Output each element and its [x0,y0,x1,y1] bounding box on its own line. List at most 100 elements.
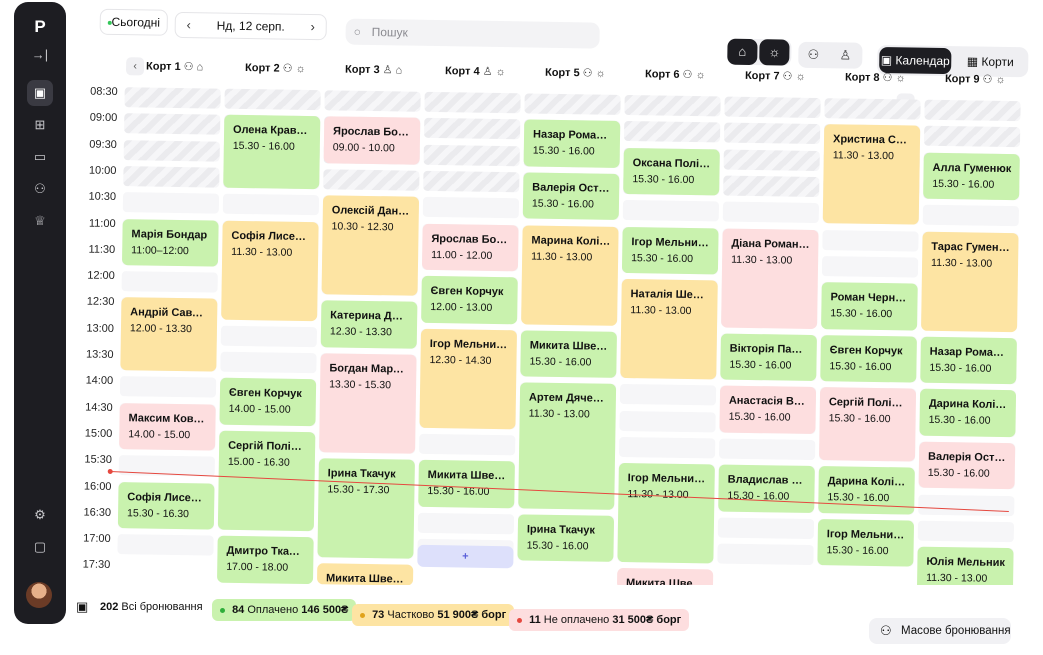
booking-card[interactable]: Сергій Поліщук 15.30 - 16.00 [818,387,917,462]
date-navigator: ‹ Нд, 12 серп. › [174,11,327,41]
booking-card[interactable]: Микита Швець 15.30 - 16.00 [520,330,617,379]
empty-slot[interactable] [422,197,520,219]
empty-slot[interactable] [619,384,717,406]
booking-card[interactable]: Анастасія Величко 15.30 - 16.00 [719,385,817,434]
empty-slot[interactable] [917,520,1015,542]
booking-card[interactable]: Тарас Гуменюк 11.30 - 13.00 [921,231,1019,332]
empty-slot[interactable] [222,193,320,216]
booking-card[interactable]: Назар Романюк 15.30 - 16.00 [523,119,621,168]
empty-slot[interactable] [220,351,317,374]
booking-card[interactable]: Дмитро Ткачук 17.00 - 18.00 [216,535,314,584]
booking-card[interactable]: Ігор Мельничук 15.30 - 16.00 [817,518,915,567]
empty-slot[interactable] [121,271,218,293]
today-button[interactable]: Сьогодні [99,8,168,36]
booking-card[interactable]: Марина Колісник 11.30 - 13.00 [521,224,619,326]
empty-slot[interactable] [822,229,919,252]
empty-slot[interactable] [122,192,220,214]
empty-slot[interactable] [719,438,816,460]
plus-icon: + [462,550,469,563]
outdoor-filter-icon[interactable]: ☼ [759,39,790,66]
empty-slot[interactable] [821,255,919,278]
booking-card[interactable]: Христина Соловйова 11.30 - 13.00 [822,124,921,226]
empty-slot[interactable] [117,534,214,556]
booking-card[interactable]: Ігор Мельничук11.30 - 13.00 [617,463,715,564]
empty-slot[interactable] [619,410,716,433]
court-header[interactable]: Корт 6 ⚇ ☼ [645,63,706,86]
booking-card[interactable]: Микита Швець [316,563,414,586]
current-date[interactable]: Нд, 12 серп. [202,13,300,39]
booking-card[interactable]: Валерія Остапенко 15.30 - 16.00 [918,441,1016,490]
booking-card[interactable]: Марія Бондар 11:00–12:00 [121,218,219,267]
empty-slot[interactable] [417,512,515,535]
booking-card[interactable]: Діана Романюк 11.30 - 13.00 [721,228,819,329]
scroll-left-icon[interactable]: ‹ [125,57,145,76]
booking-client-name: Євген Корчук [829,343,903,358]
booking-card[interactable]: Ярослав Бондар 11.00 - 12.00 [421,223,519,272]
partial-stat[interactable]: 73 Частково 51 900₴ борг [352,604,515,626]
empty-slot[interactable] [622,200,720,222]
booking-card[interactable]: Сергій Поліщук 15.00 - 16.30 [217,430,316,532]
empty-slot[interactable] [619,436,716,459]
booking-card[interactable]: Євген Корчук 14.00 - 15.00 [219,377,317,427]
booking-card[interactable]: Олена Кравець 15.30 - 16.00 [223,114,321,190]
singles-filter-icon[interactable]: ♙ [830,42,860,68]
empty-slot[interactable] [722,201,820,224]
booking-client-name: Андрій Савчук [130,306,210,320]
doubles-filter-icon[interactable]: ⚇ [798,42,828,68]
booking-card[interactable]: Назар Романюк 15.30 - 16.00 [920,336,1017,385]
booking-card[interactable]: Ірина Ткачук 15.30 - 17.30 [317,458,415,560]
booking-time: 15.30 - 16.00 [928,414,991,428]
court-header[interactable]: Корт 2 ⚇ ☼ [245,57,306,80]
booking-card[interactable]: Софія Лисенко 11.30 - 13.00 [221,220,319,321]
time-label: 16:30 [83,506,112,519]
booking-card[interactable]: Катерина Долинська 12.30 - 13.30 [320,300,418,349]
booking-card[interactable]: Алла Гуменюк 15.30 - 16.00 [923,152,1020,201]
unavailable-slot [623,121,721,143]
booking-card[interactable]: Роман Черненко 15.30 - 16.00 [821,282,918,331]
booking-card[interactable]: Микита Швець 15.30 - 16.00 [418,459,515,509]
empty-slot[interactable] [419,433,516,456]
booking-card[interactable]: Ігор Мельничук 12.30 - 14.30 [419,328,517,430]
search-input[interactable]: ○ Пошук [345,18,600,49]
court-header[interactable]: Корт 5 ⚇ ☼ [545,62,606,85]
empty-slot[interactable] [918,494,1015,516]
court-header[interactable]: Корт 1 ⚇ ⌂ [146,55,203,78]
booking-card[interactable]: Євген Корчук 15.30 - 16.00 [820,334,917,383]
booking-card[interactable]: Євген Корчук 12.00 - 13.00 [421,275,518,325]
court-header[interactable]: Корт 8 ⚇ ☼ [845,66,906,89]
court-header[interactable]: Корт 4 ♙ ☼ [445,60,506,83]
booking-card[interactable]: Богдан Марчук 13.30 - 15.30 [319,353,417,454]
booking-card[interactable]: Дарина Колісник 15.30 - 16.00 [919,388,1017,438]
booking-card[interactable]: Олексій Данилюк 10.30 - 12.30 [321,195,420,297]
search-icon: ○ [353,24,362,39]
booking-card[interactable]: Владислав Петренко 15.30 - 16.00 [718,464,815,513]
booking-card[interactable]: Валерія Остапенко 15.30 - 16.00 [522,172,620,221]
booking-card[interactable]: Ірина Ткачук 15.30 - 16.00 [517,514,615,563]
add-booking-button[interactable]: + [417,544,514,569]
booking-card[interactable]: Ярослав Бондар 09.00 - 10.00 [323,116,421,165]
court-header[interactable]: Корт 7 ⚇ ☼ [745,65,806,88]
indoor-filter-icon[interactable]: ⌂ [727,38,758,66]
booking-card[interactable]: Софія Лисенко 15.30 - 16.30 [117,481,215,530]
court-header[interactable]: Корт 9 ⚇ ☼ [945,68,1006,91]
booking-card[interactable]: Максим Коваль 14.00 - 15.00 [119,402,216,451]
empty-slot[interactable] [119,376,217,398]
empty-slot[interactable] [717,543,814,566]
next-day-icon[interactable]: › [302,15,324,39]
booking-card[interactable]: Ігор Мельничук 15.30 - 16.00 [621,226,719,275]
mass-booking-button[interactable]: ⚇ Масове бронювання [869,618,1011,644]
booking-card[interactable]: Наталія Шевченко 11.30 - 13.00 [620,279,718,380]
prev-day-icon[interactable]: ‹ [178,13,200,37]
time-label: 11:30 [88,243,116,256]
unpaid-stat[interactable]: 11 Не оплачено 31 500₴ борг [509,609,690,631]
paid-dot-icon [220,607,225,613]
booking-card[interactable]: Андрій Савчук 12.00 - 13.30 [120,297,218,372]
empty-slot[interactable] [220,325,318,347]
empty-slot[interactable] [717,517,815,539]
booking-card[interactable]: Вікторія Павленко 15.30 - 16.00 [720,333,817,382]
unavailable-slot [123,139,220,162]
empty-slot[interactable] [922,204,1019,227]
court-header[interactable]: Корт 3 ♙ ⌂ [345,59,402,82]
paid-stat[interactable]: 84 Оплачено 146 500₴ [212,599,357,621]
booking-card[interactable]: Оксана Поліщук 15.30 - 16.00 [623,147,720,196]
